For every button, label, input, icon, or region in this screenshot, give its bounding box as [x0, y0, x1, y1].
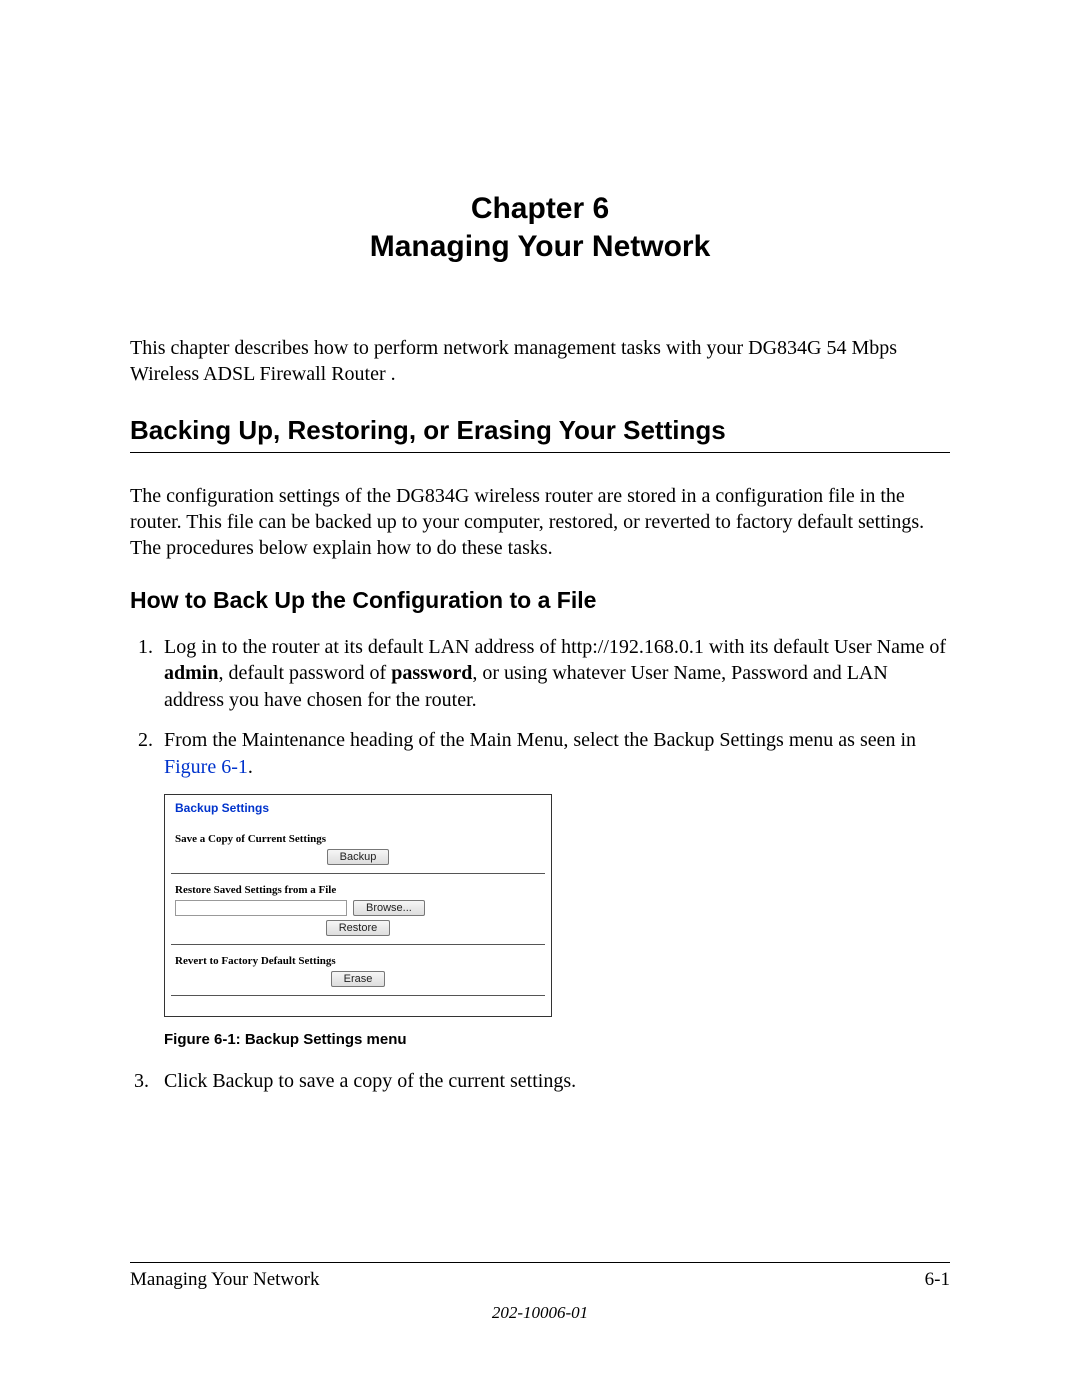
step1-password: password [391, 662, 472, 684]
step1-admin: admin [164, 662, 218, 684]
footer-docnum: 202-10006-01 [130, 1303, 950, 1323]
backup-button[interactable]: Backup [327, 849, 390, 865]
step1-text-a: Log in to the router at its default LAN … [164, 636, 946, 658]
section-heading-backup: Backing Up, Restoring, or Erasing Your S… [130, 415, 950, 453]
figure-caption-6-1: Figure 6-1: Backup Settings menu [164, 1031, 950, 1048]
section-para: The configuration settings of the DG834G… [130, 483, 950, 561]
restore-button[interactable]: Restore [326, 920, 391, 936]
chapter-title: Managing Your Network [130, 228, 950, 266]
step-3: 3.Click Backup to save a copy of the cur… [164, 1068, 950, 1094]
page-footer: Managing Your Network 6-1 202-10006-01 [130, 1262, 950, 1323]
figure-save-label: Save a Copy of Current Settings [175, 833, 541, 845]
divider [171, 944, 545, 945]
steps-list: Log in to the router at its default LAN … [130, 634, 950, 780]
step-1: Log in to the router at its default LAN … [158, 634, 950, 713]
step2-text-a: From the Maintenance heading of the Main… [164, 729, 916, 751]
footer-rule [130, 1262, 950, 1263]
figure-link-6-1[interactable]: Figure 6-1 [164, 756, 248, 778]
step3-text: Click Backup to save a copy of the curre… [164, 1070, 576, 1092]
browse-button[interactable]: Browse... [353, 900, 425, 916]
step1-text-b: , default password of [218, 662, 391, 684]
subheading-howto-backup: How to Back Up the Configuration to a Fi… [130, 587, 950, 614]
divider [171, 995, 545, 996]
step2-text-b: . [248, 756, 253, 778]
step-2: From the Maintenance heading of the Main… [158, 727, 950, 780]
footer-left: Managing Your Network [130, 1269, 319, 1291]
figure-revert-label: Revert to Factory Default Settings [175, 955, 541, 967]
divider [171, 873, 545, 874]
figure-panel-title: Backup Settings [175, 801, 541, 815]
footer-right-page: 6-1 [925, 1269, 950, 1291]
figure-backup-settings: Backup Settings Save a Copy of Current S… [164, 794, 552, 1017]
figure-restore-label: Restore Saved Settings from a File [175, 884, 541, 896]
chapter-number: Chapter 6 [130, 190, 950, 228]
chapter-heading: Chapter 6 Managing Your Network [130, 190, 950, 265]
intro-paragraph: This chapter describes how to perform ne… [130, 335, 950, 387]
erase-button[interactable]: Erase [331, 971, 386, 987]
restore-file-input[interactable] [175, 900, 347, 916]
